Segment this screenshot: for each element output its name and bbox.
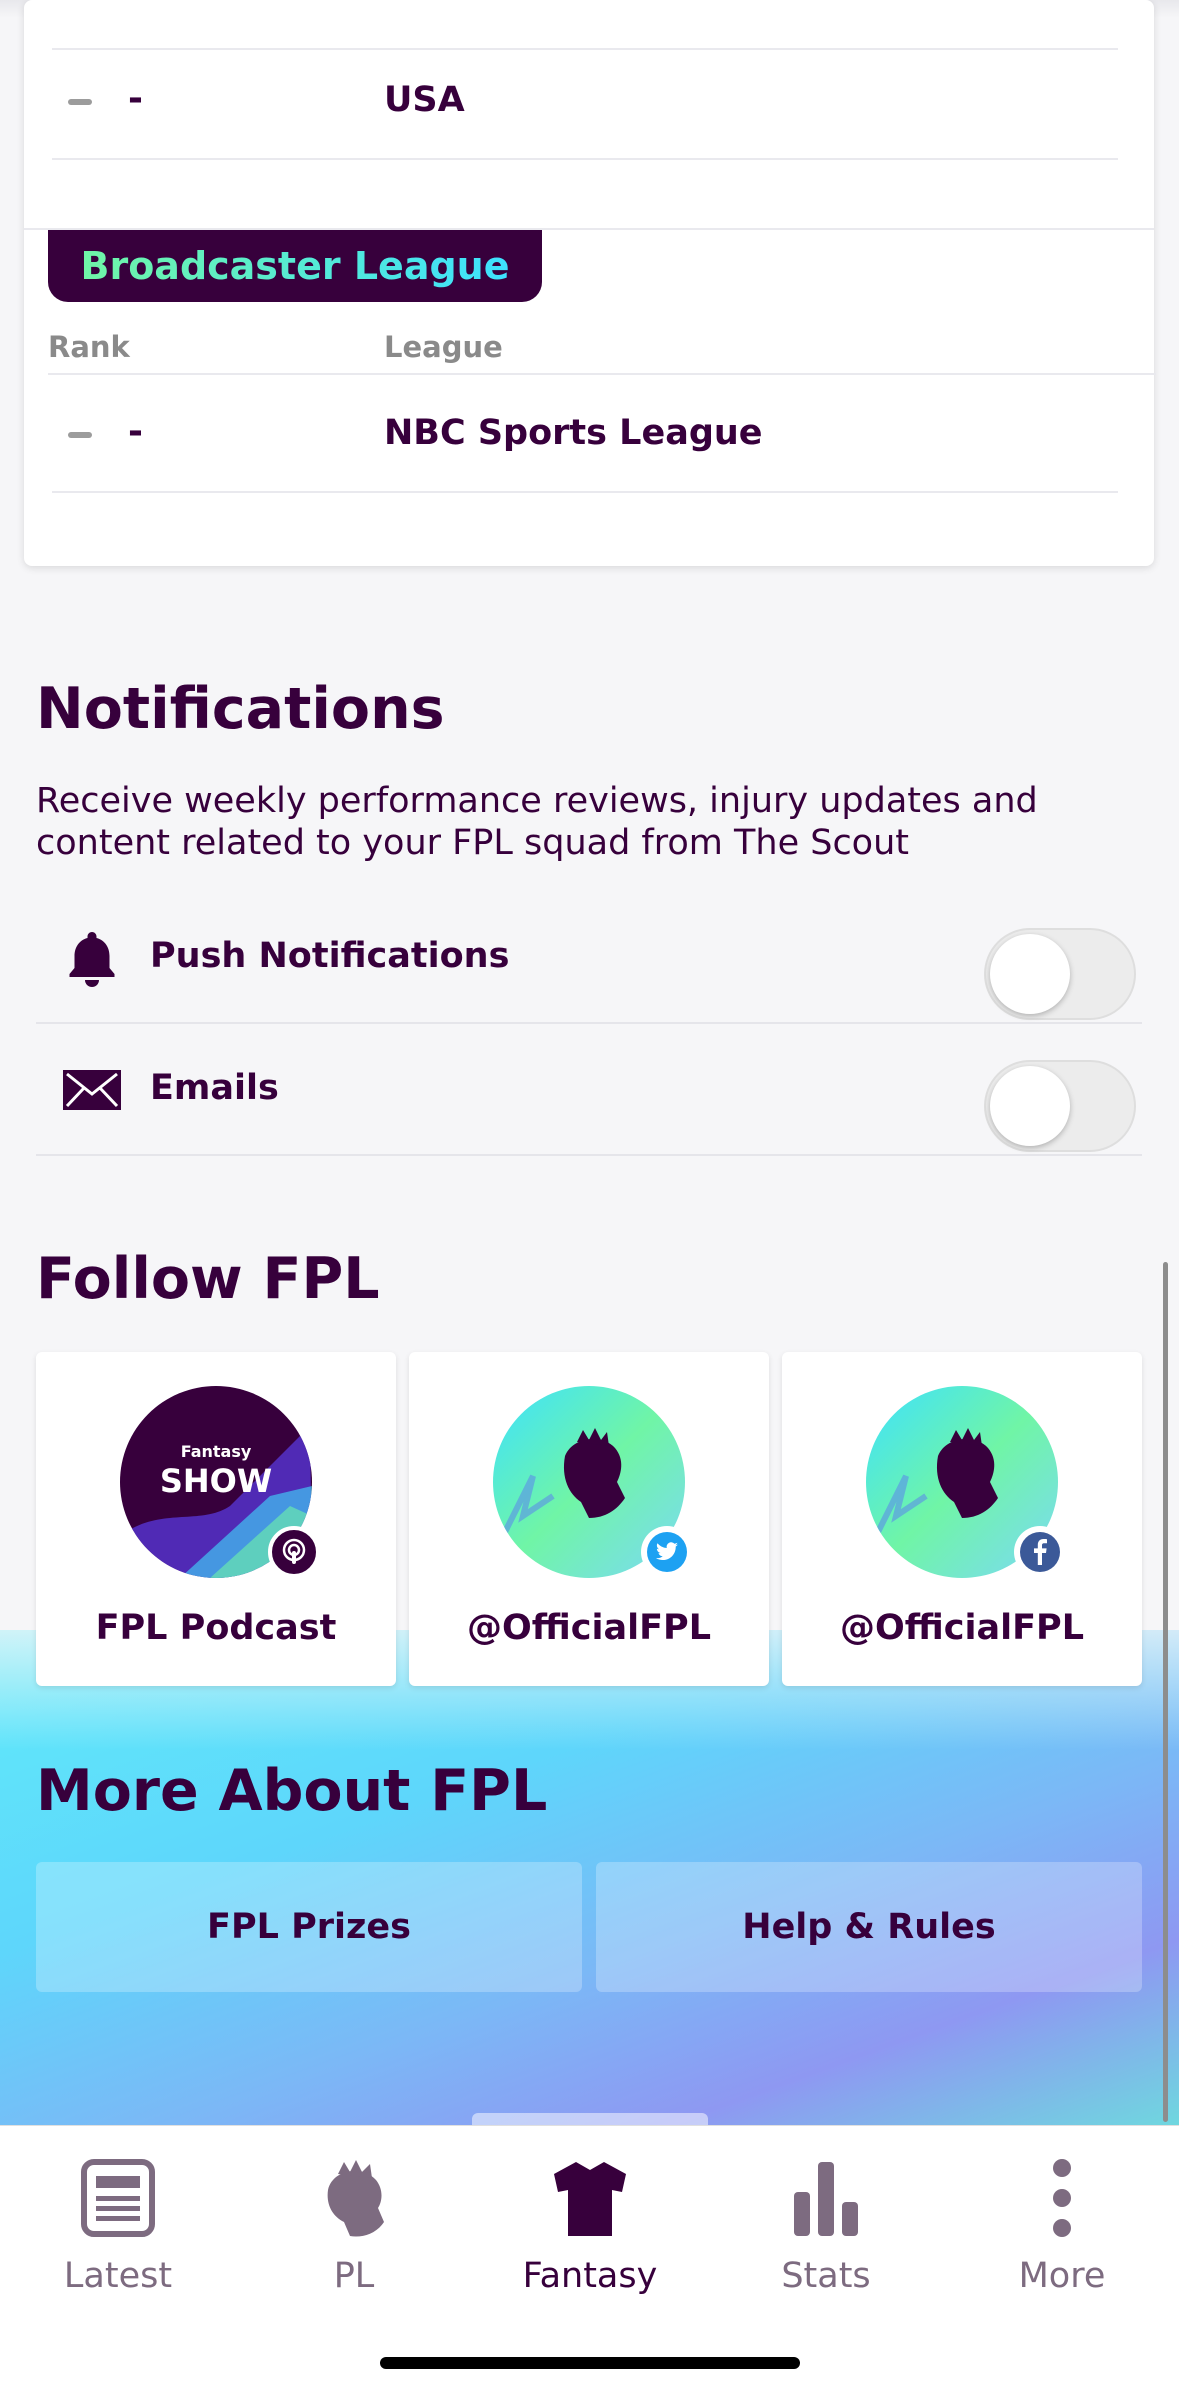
home-indicator [380,2357,800,2369]
sheet-handle [472,2113,708,2125]
scrollbar[interactable] [1163,1262,1168,2122]
shirt-icon [554,2161,626,2236]
push-notifications-label: Push Notifications [150,936,510,976]
tab-label: More [1018,2256,1106,2296]
tab-pl[interactable]: PL [236,2138,472,2308]
envelope-icon [63,1070,121,1110]
league-rank: - [128,78,143,119]
row-divider [52,491,1118,493]
podcast-icon [268,1526,320,1578]
card-caption: @OfficialFPL [466,1608,711,1648]
tab-label: Fantasy [522,2256,658,2296]
toggle-knob [990,1066,1070,1146]
facebook-card[interactable]: @OfficialFPL [782,1352,1142,1686]
row-divider [36,1154,1142,1156]
header-divider [48,373,1156,375]
tab-label: PL [333,2256,375,2296]
tab-latest[interactable]: Latest [0,2138,236,2308]
news-icon [81,2159,155,2237]
row-divider [52,158,1118,160]
facebook-icon [1014,1526,1066,1578]
tab-label: Latest [63,2256,173,2296]
twitter-card[interactable]: @OfficialFPL [409,1352,769,1686]
row-divider [36,1022,1142,1024]
row-divider [52,48,1118,50]
bottom-tab-bar: Latest PL Fantasy Stats More [0,2125,1179,2396]
league-rank: - [128,411,143,452]
tab-stats[interactable]: Stats [708,2138,944,2308]
twitter-icon [641,1526,693,1578]
avatar-big-text: SHOW [159,1462,273,1500]
push-notifications-toggle[interactable] [984,928,1136,1020]
more-vertical-icon [1053,2159,1071,2237]
league-name: USA [384,80,465,120]
league-name: NBC Sports League [384,413,763,453]
tab-label: Stats [781,2256,871,2296]
card-caption: @OfficialFPL [839,1608,1084,1648]
emails-label: Emails [150,1068,279,1108]
avatar-small-text: Fantasy [180,1442,252,1461]
follow-fpl-title: Follow FPL [36,1246,380,1312]
push-notifications-row: Push Notifications [36,894,1142,1024]
notifications-description: Receive weekly performance reviews, inju… [36,781,1038,863]
toggle-knob [990,934,1070,1014]
broadcaster-league-header: Broadcaster League [48,230,542,302]
league-column-header: League [384,330,503,364]
rank-column-header: Rank [48,330,130,364]
rank-movement-icon [68,432,92,438]
bell-icon [69,932,115,987]
tab-fantasy[interactable]: Fantasy [472,2138,708,2308]
rank-movement-icon [68,99,92,105]
fpl-podcast-card[interactable]: Fantasy SHOW FPL Podcast [36,1352,396,1686]
tab-more[interactable]: More [944,2138,1179,2308]
fpl-prizes-button[interactable]: FPL Prizes [36,1862,582,1992]
notifications-title: Notifications [36,676,445,742]
bar-chart-icon [794,2162,858,2236]
help-rules-button[interactable]: Help & Rules [596,1862,1142,1992]
emails-toggle[interactable] [984,1060,1136,1152]
lion-icon [327,2160,384,2237]
card-caption: FPL Podcast [95,1608,337,1648]
emails-row: Emails [36,1026,1142,1156]
more-about-title: More About FPL [36,1758,548,1824]
